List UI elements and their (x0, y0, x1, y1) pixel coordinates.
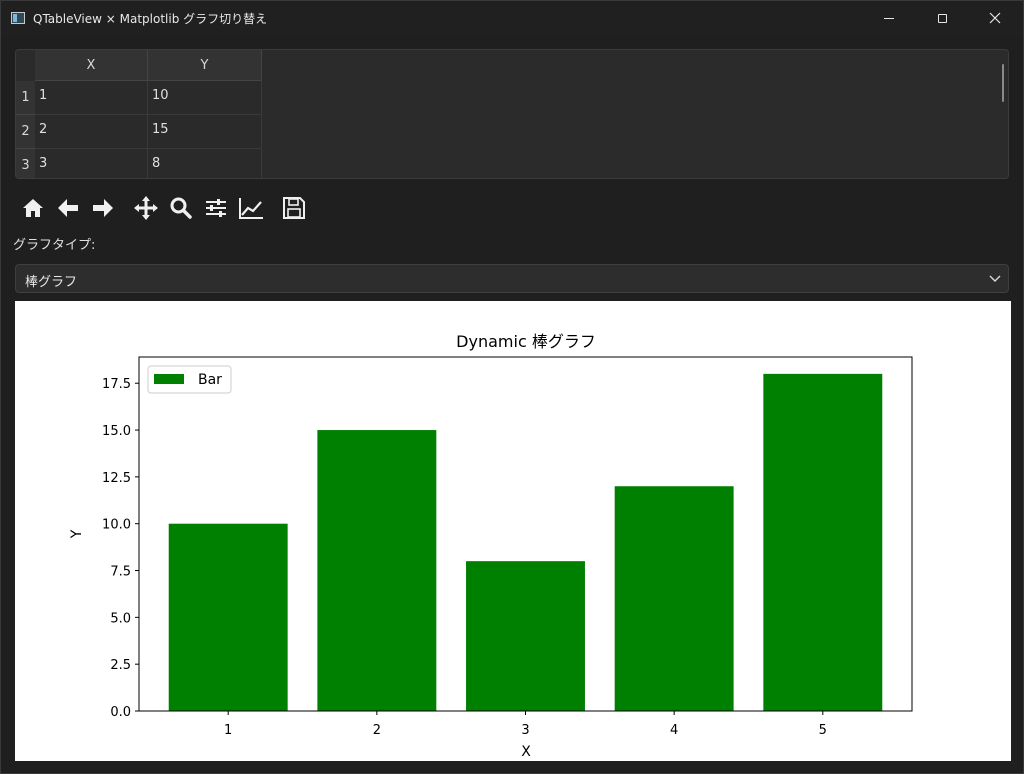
table-cell-x[interactable]: 3 (35, 149, 148, 178)
y-tick-label: 2.5 (110, 658, 131, 673)
table-cell-x[interactable]: 2 (35, 115, 148, 149)
table-cell-x[interactable]: 1 (35, 81, 148, 115)
home-icon (23, 199, 43, 217)
main-window: QTableView × Matplotlib グラフ切り替え X Y 1 1 … (0, 0, 1024, 774)
row-header[interactable]: 1 (16, 81, 35, 115)
row-header[interactable]: 3 (16, 149, 35, 178)
maximize-icon (937, 13, 947, 23)
x-axis-label: X (521, 744, 531, 760)
pan-move-icon (134, 196, 158, 220)
bar-1 (168, 523, 288, 711)
y-tick-label: 15.0 (102, 424, 131, 439)
minimize-button[interactable] (863, 1, 915, 35)
back-button[interactable] (55, 195, 81, 221)
graph-type-label: グラフタイプ: (13, 238, 96, 253)
y-tick-label: 7.5 (110, 565, 131, 580)
pan-button[interactable] (133, 195, 159, 221)
table-cell-y[interactable]: 10 (148, 81, 262, 115)
bar-chart: Dynamic 棒グラフ 0.0 2.5 5.0 7.5 10.0 12.5 15.0 17.… (69, 332, 913, 760)
y-tick-label: 12.5 (102, 471, 131, 486)
y-tick-label: 5.0 (110, 611, 131, 626)
y-tick-label: 17.5 (102, 377, 131, 392)
legend-swatch (154, 374, 184, 384)
title-bar[interactable]: QTableView × Matplotlib グラフ切り替え (1, 1, 1023, 35)
y-tick-label: 10.0 (102, 518, 131, 533)
row-header[interactable]: 2 (16, 115, 35, 149)
data-table[interactable]: X Y 1 1 10 2 2 15 3 3 8 (15, 49, 1009, 179)
graph-type-select[interactable]: 棒グラフ (15, 264, 1009, 293)
edit-axes-icon (239, 198, 263, 219)
column-header-x[interactable]: X (35, 50, 148, 81)
x-tick-label: 1 (224, 723, 232, 738)
x-tick-label: 2 (373, 723, 381, 738)
x-tick-label: 5 (819, 723, 827, 738)
close-icon (989, 12, 1001, 24)
save-floppy-icon (283, 197, 305, 219)
table-vertical-scrollbar[interactable] (1002, 64, 1004, 102)
zoom-button[interactable] (168, 195, 194, 221)
window-title: QTableView × Matplotlib グラフ切り替え (33, 12, 268, 26)
close-button[interactable] (969, 1, 1021, 35)
bar-5 (763, 373, 883, 711)
home-button[interactable] (20, 195, 46, 221)
graph-type-selected-value: 棒グラフ (25, 275, 78, 290)
legend-label: Bar (198, 372, 222, 388)
chart-legend: Bar (147, 365, 232, 394)
back-arrow-icon (58, 199, 78, 217)
maximize-button[interactable] (916, 1, 968, 35)
subplots-config-icon (206, 199, 226, 217)
chart-canvas[interactable]: Dynamic 棒グラフ 0.0 2.5 5.0 7.5 10.0 12.5 15.0 17.… (15, 301, 1011, 761)
table-cell-y[interactable]: 15 (148, 115, 262, 149)
bar-2 (317, 430, 437, 711)
minimize-icon (884, 17, 894, 19)
bar-4 (614, 486, 734, 711)
forward-button[interactable] (90, 195, 116, 221)
table-corner[interactable] (16, 50, 35, 81)
x-tick-label: 3 (521, 723, 529, 738)
y-axis-label: Y (69, 529, 85, 539)
app-window-icon (11, 12, 25, 24)
chevron-down-icon (989, 275, 1001, 282)
x-tick-label: 4 (670, 723, 678, 738)
chart-title: Dynamic 棒グラフ (456, 332, 596, 351)
column-header-y[interactable]: Y (148, 50, 262, 81)
forward-arrow-icon (93, 199, 113, 217)
save-figure-button[interactable] (281, 195, 307, 221)
edit-axes-button[interactable] (238, 195, 264, 221)
bar-3 (466, 561, 585, 711)
y-tick-label: 0.0 (110, 705, 131, 720)
subplots-config-button[interactable] (203, 195, 229, 221)
zoom-magnifier-icon (170, 197, 192, 219)
table-cell-y[interactable]: 8 (148, 149, 262, 178)
